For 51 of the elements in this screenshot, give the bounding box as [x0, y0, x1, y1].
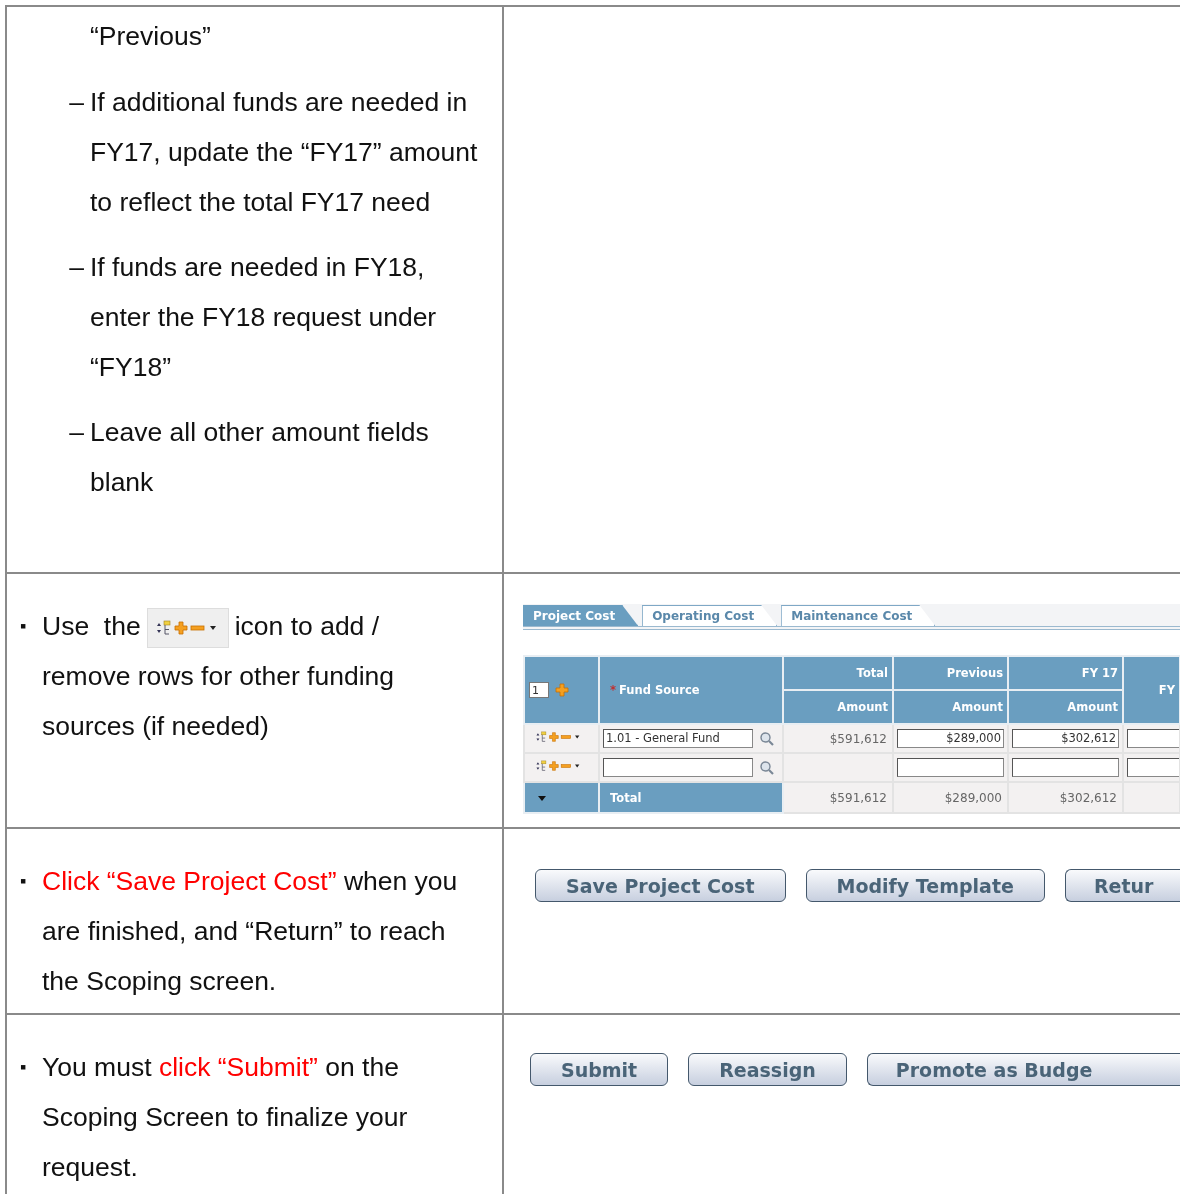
action-button[interactable]: Retur: [1064, 869, 1180, 902]
instruction-text: Click “Save Project Cost” when you are finished, and “Return” to reach the Scoping screen.: [42, 865, 459, 998]
dash-marker: –: [68, 251, 85, 284]
table-cell: $591,612: [783, 782, 893, 813]
instruction-text: You must click “Submit” on the Scoping Screen to finalize your request.: [42, 1051, 409, 1184]
table-cell: $302,612: [1008, 782, 1123, 813]
amount-field[interactable]: [897, 758, 1004, 777]
amount-field[interactable]: $289,000: [897, 729, 1004, 748]
column-header: FY: [1123, 656, 1180, 724]
column-header: Total: [783, 656, 893, 690]
column-header: Amount: [783, 690, 893, 724]
bullet-marker: ▪: [20, 1056, 28, 1079]
amount-field[interactable]: [1127, 758, 1180, 777]
table-cell: $289,000: [893, 782, 1008, 813]
amount-field[interactable]: [1012, 758, 1119, 777]
fund-source-field[interactable]: [603, 758, 753, 777]
bullet-marker: ▪: [20, 870, 28, 893]
tab[interactable]: Operating Cost: [642, 605, 778, 626]
instruction-text: If funds are needed in FY18, enter the FY18 request under “FY18”: [90, 251, 438, 384]
instruction-text: If additional funds are needed in FY17, update the “FY17” amount to reflect the total FY17 need: [90, 86, 479, 219]
action-button[interactable]: Reassign: [688, 1053, 847, 1086]
fund-source-field[interactable]: 1.01 - General Fund: [603, 729, 753, 748]
tab[interactable]: Maintenance Cost: [781, 605, 936, 626]
column-header: FY 17: [1008, 656, 1123, 690]
instruction-text: Leave all other amount fields blank: [90, 416, 430, 499]
column-header: Previous: [893, 656, 1008, 690]
action-button[interactable]: Modify Template: [805, 869, 1045, 902]
amount-field[interactable]: $302,612: [1012, 729, 1119, 748]
action-button[interactable]: Submit: [530, 1053, 669, 1086]
caret-icon[interactable]: [537, 795, 547, 802]
dash-marker: –: [68, 416, 85, 449]
column-header: Fund Source: [619, 683, 700, 697]
required-mark: *: [610, 683, 616, 697]
action-button[interactable]: Save Project Cost: [535, 869, 786, 902]
instruction-text: “Previous”: [90, 20, 212, 53]
column-header: Amount: [893, 690, 1008, 724]
row-count-field[interactable]: 1: [529, 682, 549, 698]
column-header: Amount: [1008, 690, 1123, 724]
dash-marker: –: [68, 86, 85, 119]
instruction-text: Use the: [42, 611, 141, 641]
amount-field[interactable]: [1127, 729, 1180, 748]
action-button[interactable]: Promote as Budge: [866, 1053, 1180, 1086]
search-icon[interactable]: [759, 730, 775, 747]
bullet-marker: ▪: [20, 615, 28, 638]
search-icon[interactable]: [759, 759, 775, 776]
instruction-text: icon to add /: [234, 611, 380, 641]
table-cell: Total: [599, 782, 783, 813]
instruction-text: remove rows for other funding sources (if needed): [42, 660, 396, 743]
row-tools-icon: [146, 608, 229, 648]
table-cell: $591,612: [783, 724, 893, 753]
tab[interactable]: Project Cost: [523, 605, 639, 626]
